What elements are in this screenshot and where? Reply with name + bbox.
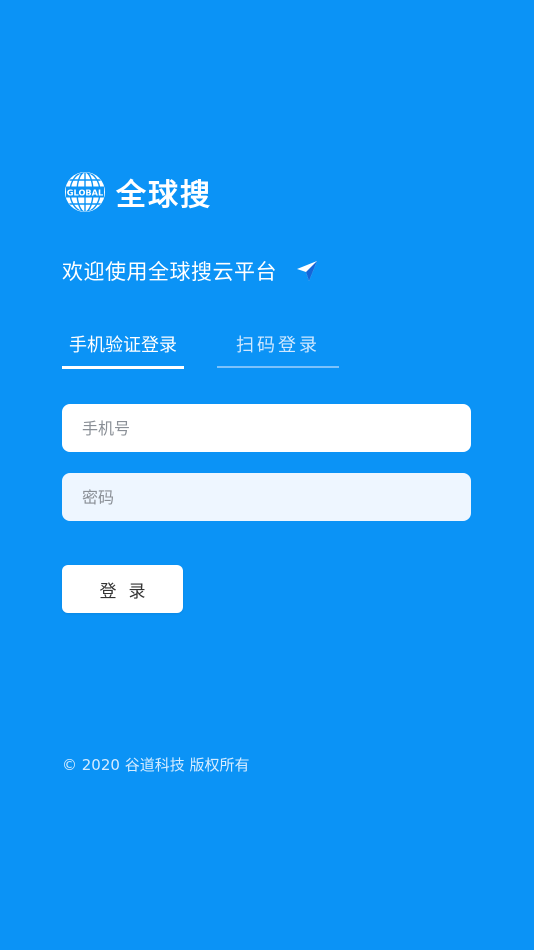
send-icon [297,261,317,281]
copyright-text: © 2020 谷道科技 版权所有 [62,756,250,774]
tab-sms-login[interactable]: 手机验证登录 [62,330,184,369]
welcome-heading: 欢迎使用全球搜云平台 [62,256,319,286]
brand-name: 全球搜 [116,178,212,213]
password-input[interactable] [62,473,471,521]
phone-input[interactable] [62,404,471,452]
logo: GLOBAL 全球搜 [64,170,212,214]
globe-logo-text: GLOBAL [67,188,103,198]
login-button[interactable]: 登录 [62,565,183,613]
login-page: GLOBAL 全球搜 欢迎使用全球搜云平台 手机验证登录 扫码登录 登录 © 2… [0,0,534,950]
globe-logo-icon: GLOBAL [65,172,105,212]
welcome-text: 欢迎使用全球搜云平台 [62,260,277,284]
tab-scan-login[interactable]: 扫码登录 [217,330,339,368]
